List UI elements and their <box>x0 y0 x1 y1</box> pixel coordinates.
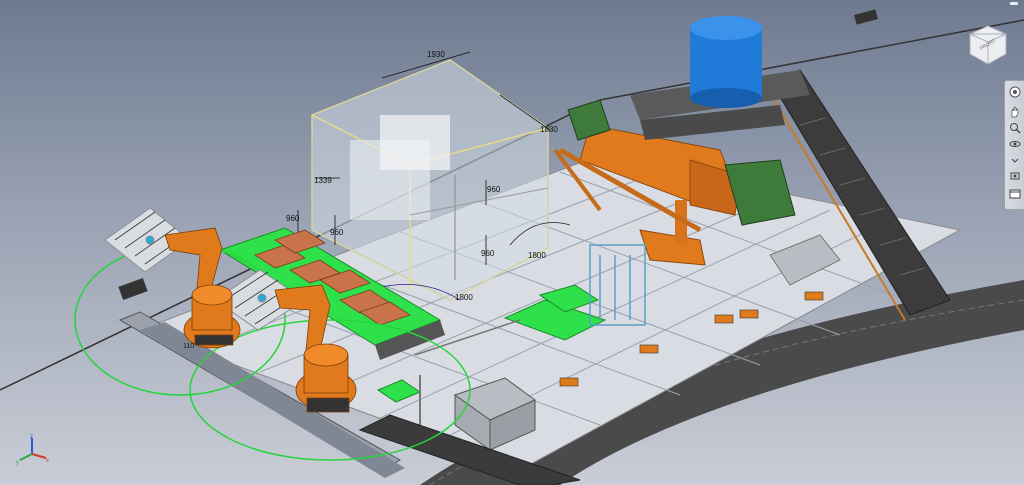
dimension-1339: 1339 <box>314 176 332 185</box>
navigation-bar[interactable] <box>1004 80 1024 210</box>
view-options-indicator[interactable] <box>1010 2 1018 5</box>
blue-tank <box>690 16 762 108</box>
dimension-960-left: 960 <box>286 214 300 223</box>
svg-text:x: x <box>46 458 49 464</box>
dimension-1800-left: 1800 <box>455 293 473 302</box>
pan-hand-icon[interactable] <box>1007 105 1023 119</box>
navigation-wheel-icon[interactable] <box>1007 85 1023 99</box>
svg-text:z: z <box>30 434 33 440</box>
3d-viewport[interactable]: 1930 1830 1339 960 960 960 960 1800 1800 <box>0 0 1024 485</box>
svg-text:y: y <box>16 460 19 466</box>
dimension-960-mid: 960 <box>487 185 501 194</box>
orbit-icon[interactable] <box>1007 137 1023 151</box>
view-menu-icon[interactable] <box>1007 187 1023 201</box>
look-at-icon[interactable] <box>1007 169 1023 183</box>
coordinate-triad-icon: z x y <box>16 434 49 466</box>
robot-label: 110 <box>183 343 194 350</box>
orbit-menu-chevron-icon[interactable] <box>1007 153 1023 167</box>
factory-model-scene[interactable]: 1930 1830 1339 960 960 960 960 1800 1800 <box>0 0 1024 485</box>
zoom-icon[interactable] <box>1007 121 1023 135</box>
dimension-1800-right: 1800 <box>528 251 546 260</box>
dimension-1830: 1830 <box>540 125 558 134</box>
dimension-960-bottom: 960 <box>481 249 495 258</box>
dimension-1930: 1930 <box>427 50 445 59</box>
dimension-960-left-2: 960 <box>330 228 344 237</box>
